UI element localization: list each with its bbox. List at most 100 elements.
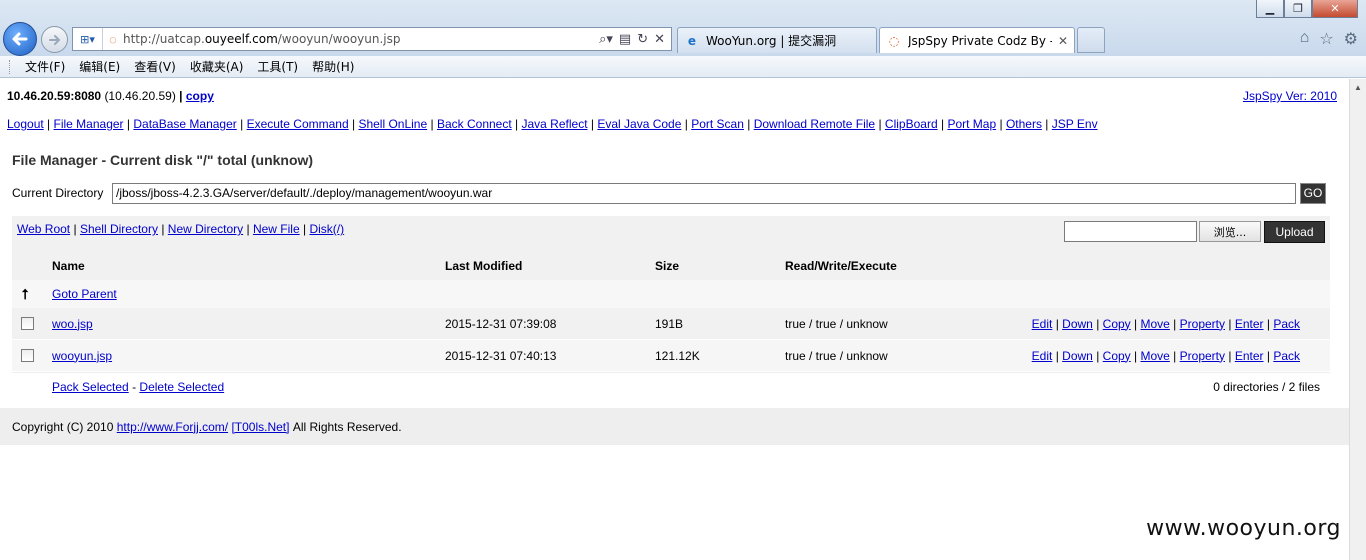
nav-port-scan[interactable]: Port Scan	[691, 117, 744, 131]
new-tab-button[interactable]	[1077, 27, 1105, 53]
refresh-icon[interactable]: ↻	[637, 31, 648, 47]
nav-execute-command[interactable]: Execute Command	[247, 117, 349, 131]
file-permissions: true / true / unknow	[785, 316, 888, 331]
pack-link[interactable]: Pack	[1273, 317, 1300, 331]
go-button[interactable]: GO	[1300, 182, 1326, 204]
property-link[interactable]: Property	[1180, 317, 1225, 331]
address-tools: ⌕▾ ▤ ↻ ✕	[599, 31, 671, 47]
file-name-link[interactable]: wooyun.jsp	[52, 349, 112, 363]
file-name-link[interactable]: woo.jsp	[52, 317, 93, 331]
compat-icon[interactable]: ▤	[619, 31, 631, 47]
up-arrow-icon: ⭡	[22, 285, 29, 302]
table-row: wooyun.jsp 2015-12-31 07:40:13 121.12K t…	[12, 340, 1330, 372]
version-link[interactable]: JspSpy Ver: 2010	[1243, 89, 1337, 103]
compat-view-icon[interactable]: ⊞▾	[73, 28, 103, 50]
nav-file-manager[interactable]: File Manager	[54, 117, 124, 131]
disk-link[interactable]: Disk(/)	[309, 222, 344, 236]
separator: |	[999, 117, 1003, 131]
minimize-button[interactable]: ▁	[1256, 0, 1284, 18]
web-root-link[interactable]: Web Root	[17, 222, 70, 236]
menu-view[interactable]: 查看(V)	[127, 58, 183, 75]
back-button[interactable]	[3, 22, 37, 56]
nav-shell-online[interactable]: Shell OnLine	[358, 117, 427, 131]
new-file-link[interactable]: New File	[253, 222, 300, 236]
t00ls-link[interactable]: [T00ls.Net]	[231, 420, 289, 434]
url-suffix: /wooyun/wooyun.jsp	[277, 32, 401, 46]
nav-database-manager[interactable]: DataBase Manager	[133, 117, 236, 131]
property-link[interactable]: Property	[1180, 349, 1225, 363]
forward-button[interactable]	[41, 26, 68, 53]
goto-parent-link[interactable]: Goto Parent	[52, 287, 117, 301]
close-tab-icon[interactable]: ✕	[1058, 34, 1068, 48]
nav-logout[interactable]: Logout	[7, 117, 44, 131]
nav-jsp-env[interactable]: JSP Env	[1052, 117, 1098, 131]
window-controls: ▁ ❐ ✕	[1256, 0, 1358, 18]
menu-help[interactable]: 帮助(H)	[305, 58, 361, 75]
delete-selected-link[interactable]: Delete Selected	[139, 380, 224, 394]
copy-link[interactable]: copy	[186, 89, 214, 103]
edit-link[interactable]: Edit	[1032, 317, 1053, 331]
forjj-link[interactable]: http://www.Forjj.com/	[117, 420, 228, 434]
upload-button[interactable]: Upload	[1264, 221, 1325, 243]
rights-text: All Rights Reserved.	[292, 419, 402, 434]
address-bar[interactable]: ⊞▾ ◌ http://uatcap.ouyeelf.com/wooyun/wo…	[72, 27, 672, 51]
vertical-scrollbar[interactable]: ▲	[1349, 79, 1366, 560]
separator: |	[1173, 348, 1177, 363]
loading-icon: ◌	[109, 31, 117, 47]
move-link[interactable]: Move	[1140, 317, 1169, 331]
search-icon[interactable]: ⌕▾	[599, 31, 613, 47]
row-checkbox[interactable]	[21, 317, 34, 330]
maximize-button[interactable]: ❐	[1284, 0, 1312, 18]
address-url[interactable]: http://uatcap.ouyeelf.com/wooyun/wooyun.…	[123, 32, 599, 46]
edit-link[interactable]: Edit	[1032, 349, 1053, 363]
tab-label: JspSpy Private Codz By -...	[908, 33, 1052, 48]
stop-icon[interactable]: ✕	[654, 31, 665, 47]
tab-jspspy[interactable]: ◌ JspSpy Private Codz By -... ✕	[879, 27, 1075, 53]
scroll-up-icon[interactable]: ▲	[1350, 79, 1366, 95]
menu-edit[interactable]: 编辑(E)	[72, 58, 127, 75]
copy-file-link[interactable]: Copy	[1103, 349, 1131, 363]
pack-link[interactable]: Pack	[1273, 349, 1300, 363]
file-toolbar: Web Root | Shell Directory | New Directo…	[12, 216, 1330, 251]
favorites-star-icon[interactable]: ☆	[1319, 29, 1333, 49]
gear-icon[interactable]: ⚙	[1344, 29, 1358, 49]
move-link[interactable]: Move	[1140, 349, 1169, 363]
file-permissions: true / true / unknow	[785, 348, 888, 363]
column-rwx: Read/Write/Execute	[785, 258, 897, 273]
enter-link[interactable]: Enter	[1235, 317, 1264, 331]
down-link[interactable]: Down	[1062, 317, 1093, 331]
separator: |	[303, 222, 307, 236]
copy-file-link[interactable]: Copy	[1103, 317, 1131, 331]
page-title: File Manager - Current disk "/" total (u…	[12, 152, 314, 168]
main-nav: Logout | File Manager | DataBase Manager…	[7, 117, 1098, 131]
tab-wooyun[interactable]: e WooYun.org | 提交漏洞	[677, 27, 877, 53]
nav-port-map[interactable]: Port Map	[947, 117, 996, 131]
nav-back-connect[interactable]: Back Connect	[437, 117, 512, 131]
menu-file[interactable]: 文件(F)	[18, 58, 72, 75]
column-size: Size	[655, 258, 680, 273]
menu-tools[interactable]: 工具(T)	[250, 58, 305, 75]
separator: |	[1134, 316, 1138, 331]
nav-clipboard[interactable]: ClipBoard	[885, 117, 938, 131]
shell-directory-link[interactable]: Shell Directory	[80, 222, 158, 236]
separator: |	[1173, 316, 1177, 331]
browse-button[interactable]: 浏览...	[1199, 221, 1261, 242]
close-window-button[interactable]: ✕	[1312, 0, 1358, 18]
pack-selected-link[interactable]: Pack Selected	[52, 380, 129, 394]
table-header: Name Last Modified Size Read/Write/Execu…	[12, 251, 1330, 280]
upload-file-input[interactable]	[1064, 221, 1197, 242]
nav-java-reflect[interactable]: Java Reflect	[522, 117, 588, 131]
separator: |	[1055, 316, 1059, 331]
nav-download-remote-file[interactable]: Download Remote File	[754, 117, 875, 131]
nav-others[interactable]: Others	[1006, 117, 1042, 131]
nav-eval-java-code[interactable]: Eval Java Code	[597, 117, 681, 131]
file-size: 121.12K	[655, 348, 700, 363]
menu-favorites[interactable]: 收藏夹(A)	[183, 58, 251, 75]
page-footer: Copyright (C) 2010 http://www.Forjj.com/…	[0, 408, 1349, 445]
down-link[interactable]: Down	[1062, 349, 1093, 363]
current-directory-input[interactable]	[112, 182, 1296, 204]
row-checkbox[interactable]	[21, 349, 34, 362]
new-directory-link[interactable]: New Directory	[168, 222, 243, 236]
home-icon[interactable]: ⌂	[1300, 29, 1310, 49]
enter-link[interactable]: Enter	[1235, 349, 1264, 363]
